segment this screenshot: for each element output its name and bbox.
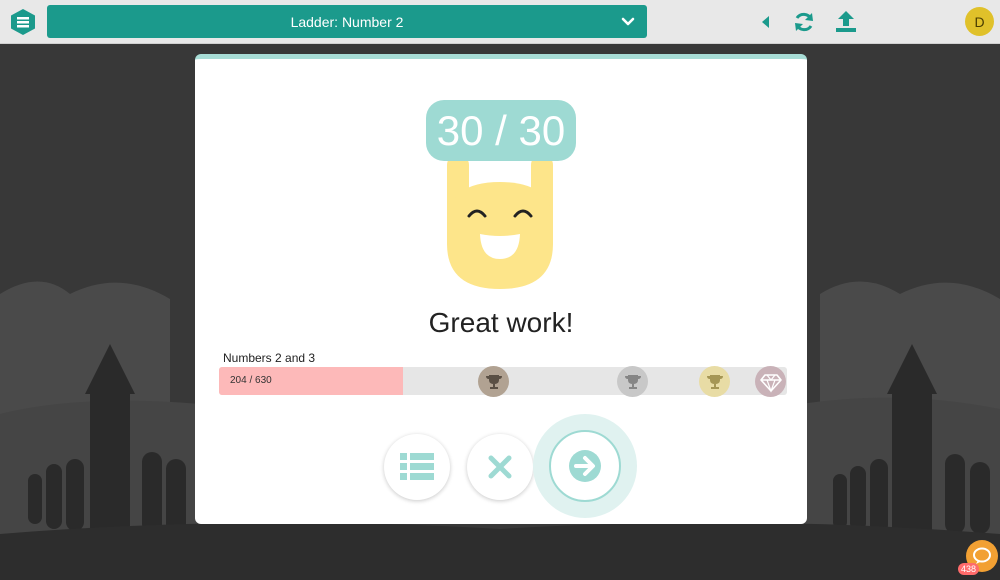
top-bar: Ladder: Number 2 D [0, 0, 1000, 44]
list-icon [400, 453, 434, 480]
ladder-title: Ladder: Number 2 [290, 13, 404, 30]
chat-bubble-icon [973, 547, 991, 564]
upload-icon[interactable] [834, 10, 858, 34]
gold-trophy-icon [699, 366, 730, 397]
arrow-right-icon [569, 450, 601, 482]
progress-bar: 204 / 630 [219, 366, 787, 397]
mascot-face-icon [447, 154, 553, 289]
silver-trophy-icon [617, 366, 648, 397]
results-modal: 30 / 30 Great work! Numbers 2 and 3 204 … [195, 54, 807, 524]
next-button[interactable] [549, 430, 621, 502]
result-message: Great work! [428, 307, 574, 338]
close-icon [488, 455, 512, 479]
score-badge: 30 / 30 [426, 100, 576, 161]
back-icon[interactable] [755, 10, 779, 34]
refresh-icon[interactable] [792, 10, 816, 34]
progress-fill: 204 / 630 [219, 367, 403, 395]
bronze-trophy-icon [478, 366, 509, 397]
app-logo-icon[interactable] [10, 8, 36, 36]
list-button[interactable] [384, 434, 450, 500]
user-avatar[interactable]: D [965, 7, 994, 36]
chevron-down-icon [621, 17, 635, 26]
chat-count-badge: 438 [958, 563, 980, 575]
progress-text: 204 / 630 [230, 375, 272, 386]
ladder-select[interactable]: Ladder: Number 2 [47, 5, 647, 38]
progress-label: Numbers 2 and 3 [223, 351, 316, 365]
diamond-icon [755, 366, 786, 397]
close-button[interactable] [467, 434, 533, 500]
